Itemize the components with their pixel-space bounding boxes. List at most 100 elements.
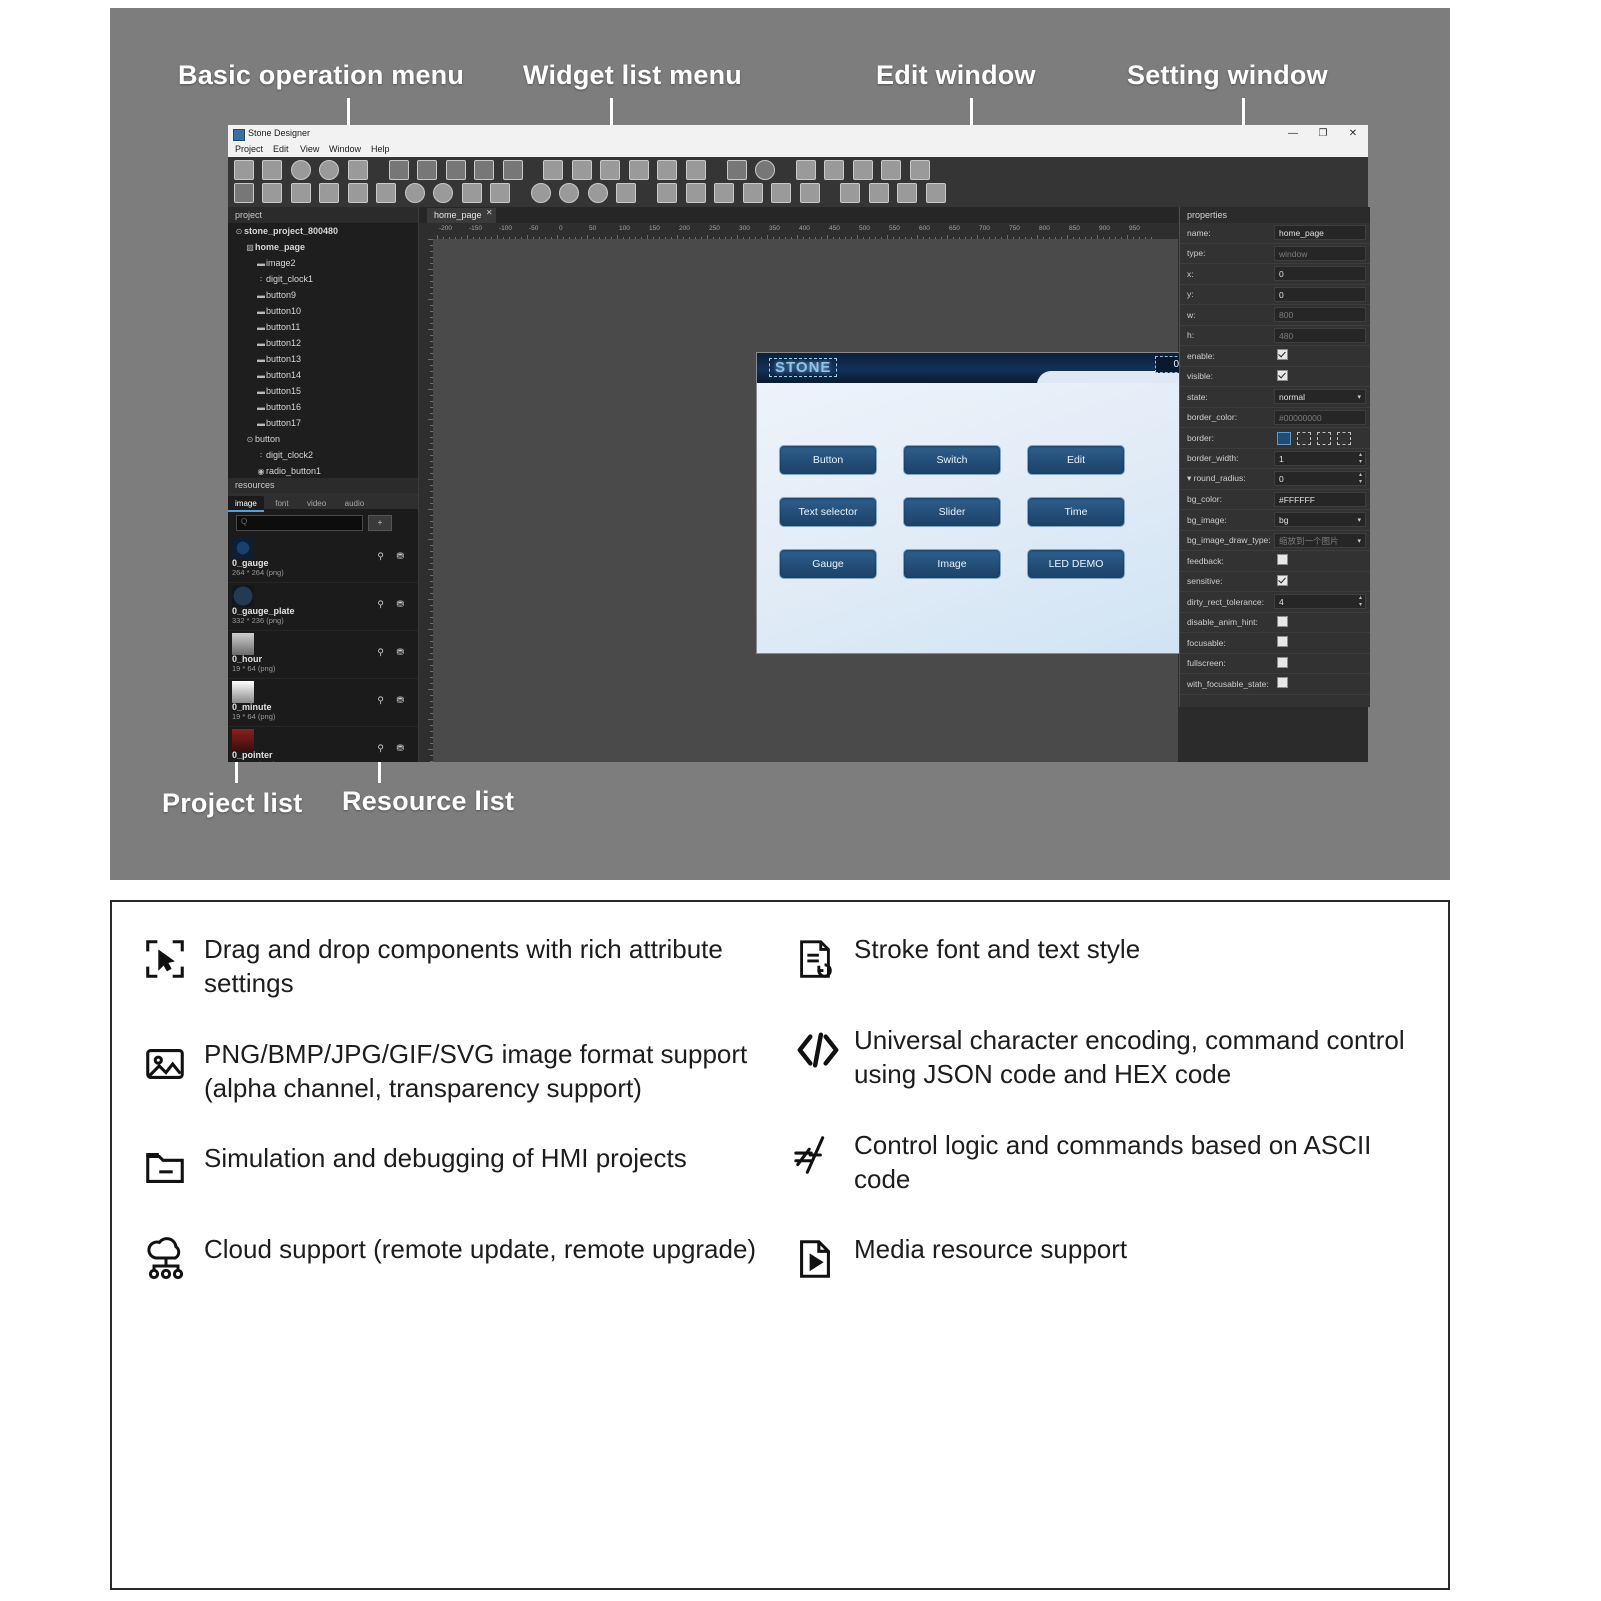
checkbox-unchecked-icon[interactable] xyxy=(1277,554,1288,566)
hmi-button[interactable]: Slider xyxy=(903,497,1001,527)
widget-checkbox-icon[interactable] xyxy=(262,160,283,180)
property-value[interactable] xyxy=(1274,348,1366,363)
widget-scrollbar-icon[interactable] xyxy=(461,183,482,203)
hmi-button[interactable]: Switch xyxy=(903,445,1001,475)
widget-combobox-icon[interactable] xyxy=(404,183,425,203)
minimize-button[interactable]: — xyxy=(1278,125,1308,143)
hmi-logo-text[interactable]: STONE xyxy=(769,358,838,377)
spinner-arrows-icon[interactable]: ▴ ▾ xyxy=(1359,595,1362,609)
checkbox-checked-icon[interactable] xyxy=(1277,574,1288,586)
resource-list[interactable]: 0_gauge 264 * 264 (png) ⚲ ⛃ 0_gauge_plate 332… xyxy=(228,535,418,762)
maximize-button[interactable]: ❐ xyxy=(1308,125,1338,143)
widget-pointer-icon[interactable] xyxy=(616,183,637,203)
menu-item-view[interactable]: View xyxy=(300,144,319,154)
property-value[interactable]: 4 ▴ ▾ xyxy=(1274,594,1366,610)
chevron-down-icon[interactable]: ▾ xyxy=(1357,514,1361,528)
widget-digitclock-icon[interactable] xyxy=(559,183,580,203)
widget-download-icon[interactable] xyxy=(852,160,873,180)
resource-add-button[interactable]: + xyxy=(368,515,392,531)
resource-tab-video[interactable]: video xyxy=(300,496,333,512)
resource-preview-icon[interactable]: ⚲ xyxy=(377,551,384,562)
checkbox-unchecked-icon[interactable] xyxy=(1277,656,1288,668)
hmi-button[interactable]: Image xyxy=(903,549,1001,579)
resource-tab-audio[interactable]: audio xyxy=(338,496,372,512)
resource-preview-icon[interactable]: ⚲ xyxy=(377,743,384,754)
property-value[interactable]: 0 xyxy=(1274,266,1366,282)
widget-menu-icon[interactable] xyxy=(376,183,397,203)
property-value[interactable]: 800 xyxy=(1274,307,1366,323)
design-canvas[interactable]: STONE 09:23:04 Button Switch Edit Text sele… xyxy=(433,239,1238,762)
chevron-down-icon[interactable]: ▾ xyxy=(1357,391,1361,405)
project-tree-item[interactable]: ▬button16 xyxy=(228,399,418,415)
widget-text-icon[interactable] xyxy=(628,160,649,180)
property-value[interactable]: home_page xyxy=(1274,225,1366,241)
property-value[interactable] xyxy=(1274,676,1366,691)
widget-table2-icon[interactable] xyxy=(685,183,706,203)
project-tree-item[interactable]: ▬button15 xyxy=(228,383,418,399)
close-button[interactable]: ✕ xyxy=(1338,125,1368,143)
resource-list-item[interactable]: 0_gauge_plate 332 * 236 (png) ⚲ ⛃ xyxy=(228,583,418,631)
widget-row-icon[interactable] xyxy=(742,183,763,203)
widget-textinput-icon[interactable] xyxy=(600,160,621,180)
resource-list-item[interactable]: 0_pointer19 * 64 (png) ⚲ ⛃ xyxy=(228,727,418,762)
checkbox-unchecked-icon[interactable] xyxy=(1277,636,1288,648)
property-value[interactable]: normal ▾ xyxy=(1274,389,1366,405)
property-value[interactable] xyxy=(1274,656,1366,671)
border-style-swatch-4[interactable] xyxy=(1337,431,1351,445)
widget-listview-icon[interactable] xyxy=(347,183,368,203)
widget-unlock-icon[interactable] xyxy=(909,160,930,180)
widget-paint-icon[interactable] xyxy=(502,160,523,180)
widget-layout-icon[interactable] xyxy=(840,183,861,203)
widget-slider-icon[interactable] xyxy=(726,160,747,180)
widget-distribute-icon[interactable] xyxy=(925,183,946,203)
widget-grid-layout-icon[interactable] xyxy=(868,183,889,203)
hmi-button[interactable]: Button xyxy=(779,445,877,475)
widget-textstyle-icon[interactable] xyxy=(685,160,706,180)
property-value[interactable]: bg ▾ xyxy=(1274,512,1366,528)
widget-gauge-icon[interactable] xyxy=(587,183,608,203)
widget-button-icon[interactable] xyxy=(347,160,368,180)
widget-edit-icon[interactable] xyxy=(543,160,564,180)
checkbox-unchecked-icon[interactable] xyxy=(1277,677,1288,689)
widget-spinner-icon[interactable] xyxy=(433,183,454,203)
property-value[interactable]: #FFFFFF xyxy=(1274,491,1366,507)
chevron-down-icon[interactable]: ▾ xyxy=(1357,535,1361,549)
widget-radio-icon[interactable] xyxy=(290,160,311,180)
resource-list-item[interactable]: 0_hour 19 * 64 (png) ⚲ ⛃ xyxy=(228,631,418,679)
widget-svg-icon[interactable] xyxy=(445,160,466,180)
widget-lock-icon[interactable] xyxy=(881,160,902,180)
property-value[interactable]: window xyxy=(1274,245,1366,261)
property-value[interactable]: 1 ▴ ▾ xyxy=(1274,450,1366,466)
menu-item-edit[interactable]: Edit xyxy=(273,144,289,154)
project-tree[interactable]: ⊙ stone_project_800480 ▧home_page ▬image2 ∶ d… xyxy=(228,223,418,478)
menu-item-help[interactable]: Help xyxy=(371,144,390,154)
property-value[interactable] xyxy=(1274,615,1366,630)
widget-dialog-icon[interactable] xyxy=(290,183,311,203)
widget-window-icon[interactable] xyxy=(262,183,283,203)
resource-tab-image[interactable]: image xyxy=(228,496,264,512)
project-tree-item[interactable]: ▧home_page xyxy=(228,239,418,255)
property-value[interactable] xyxy=(1274,553,1366,568)
widget-clock-icon[interactable] xyxy=(530,183,551,203)
widget-switch-icon[interactable] xyxy=(319,160,340,180)
properties-rows[interactable]: name: home_page type: window x: 0 y: 0 w: 800 h: 48… xyxy=(1180,223,1370,699)
border-style-swatch-3[interactable] xyxy=(1317,431,1331,445)
checkbox-unchecked-icon[interactable] xyxy=(1277,615,1288,627)
hmi-button[interactable]: Gauge xyxy=(779,549,877,579)
property-value[interactable]: 480 xyxy=(1274,327,1366,343)
widget-table-icon[interactable] xyxy=(657,183,678,203)
project-tree-item[interactable]: ▬button10 xyxy=(228,303,418,319)
property-value[interactable] xyxy=(1274,635,1366,650)
property-value[interactable] xyxy=(1274,574,1366,589)
menu-item-window[interactable]: Window xyxy=(329,144,361,154)
resource-search-input[interactable]: Q xyxy=(236,515,363,531)
widget-label-icon[interactable] xyxy=(234,160,254,180)
project-tree-item[interactable]: ∶ digit_clock1 xyxy=(228,271,418,287)
border-style-swatch-2[interactable] xyxy=(1297,431,1311,445)
property-value[interactable] xyxy=(1274,369,1366,384)
widget-audio-icon[interactable] xyxy=(799,183,820,203)
widget-list-icon[interactable] xyxy=(319,183,340,203)
editor-tab-close-icon[interactable]: ✕ xyxy=(486,208,493,217)
hmi-button[interactable]: Time xyxy=(1027,497,1125,527)
spinner-arrows-icon[interactable]: ▴ ▾ xyxy=(1359,452,1362,466)
